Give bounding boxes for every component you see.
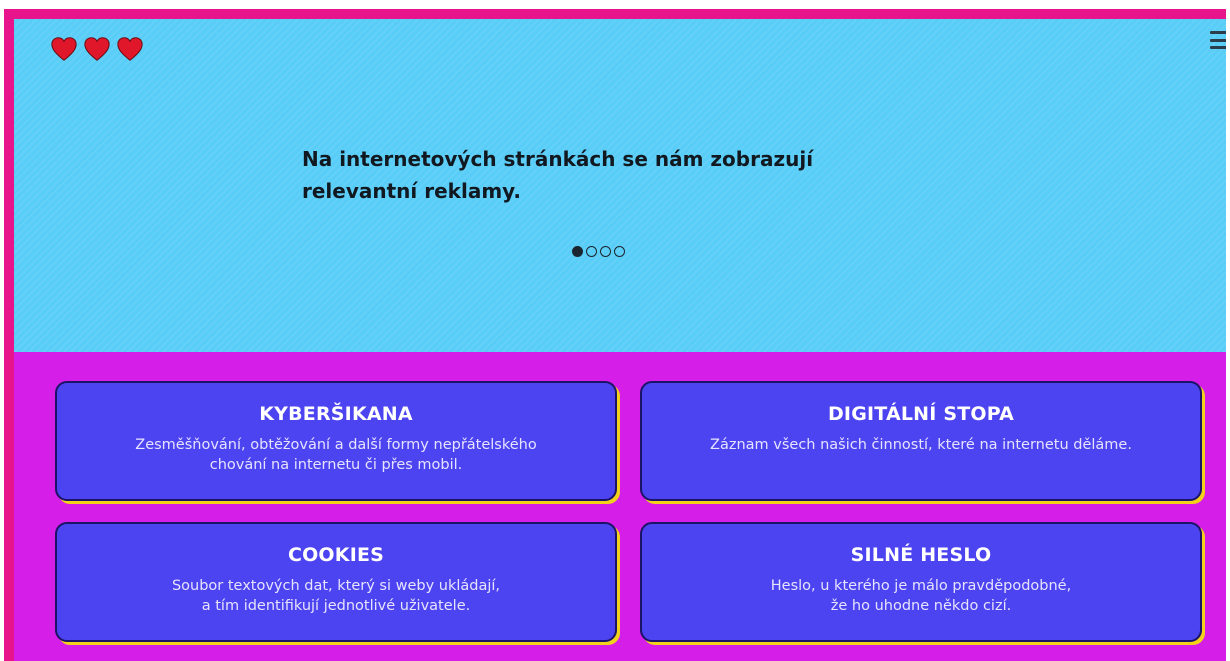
pagination-dot[interactable] xyxy=(600,246,611,257)
statement-panel: Na internetových stránkách se nám zobraz… xyxy=(14,19,1226,352)
hamburger-menu-icon[interactable] xyxy=(1210,29,1226,51)
answer-card-digitalni-stopa[interactable]: DIGITÁLNÍ STOPA Záznam všech našich činn… xyxy=(640,381,1202,501)
heart-icon xyxy=(51,37,77,61)
heart-icon xyxy=(84,37,110,61)
card-description-line: Zesměšňování, obtěžování a další formy n… xyxy=(135,437,537,453)
answer-card-cookies[interactable]: COOKIES Soubor textových dat, který si w… xyxy=(55,522,617,642)
card-description: Záznam všech našich činností, které na i… xyxy=(642,435,1200,455)
slide-pagination xyxy=(572,246,625,257)
card-description: Soubor textových dat, který si weby uklá… xyxy=(57,576,615,616)
pagination-dot[interactable] xyxy=(586,246,597,257)
card-description-line: že ho uhodne někdo cizí. xyxy=(830,598,1012,614)
answer-card-silne-heslo[interactable]: SILNÉ HESLO Heslo, u kterého je málo pra… xyxy=(640,522,1202,642)
heart-icon xyxy=(117,37,143,61)
card-description-line: a tím identifikují jednotlivé uživatele. xyxy=(201,598,471,614)
card-title: SILNÉ HESLO xyxy=(850,544,992,566)
lives-indicator xyxy=(50,36,144,62)
answer-card-kybersikana[interactable]: KYBERŠIKANA Zesměšňování, obtěžování a d… xyxy=(55,381,617,501)
card-description: Heslo, u kterého je málo pravděpodobné, … xyxy=(642,576,1200,616)
statement-line: Na internetových stránkách se nám zobraz… xyxy=(302,147,814,171)
statement-line: relevantní reklamy. xyxy=(302,179,521,203)
answer-panel: KYBERŠIKANA Zesměšňování, obtěžování a d… xyxy=(14,352,1226,661)
card-description-line: Záznam všech našich činností, které na i… xyxy=(710,437,1132,453)
statement-text: Na internetových stránkách se nám zobraz… xyxy=(302,143,862,207)
card-title: KYBERŠIKANA xyxy=(259,403,413,425)
card-title: COOKIES xyxy=(287,544,385,566)
game-frame: Na internetových stránkách se nám zobraz… xyxy=(4,9,1226,661)
pagination-dot-active[interactable] xyxy=(572,246,583,257)
card-description: Zesměšňování, obtěžování a další formy n… xyxy=(57,435,615,475)
pagination-dot[interactable] xyxy=(614,246,625,257)
card-description-line: Soubor textových dat, který si weby uklá… xyxy=(171,578,501,594)
card-description-line: chování na internetu či přes mobil. xyxy=(209,457,463,473)
card-description-line: Heslo, u kterého je málo pravděpodobné, xyxy=(770,578,1072,594)
card-title: DIGITÁLNÍ STOPA xyxy=(827,403,1015,425)
